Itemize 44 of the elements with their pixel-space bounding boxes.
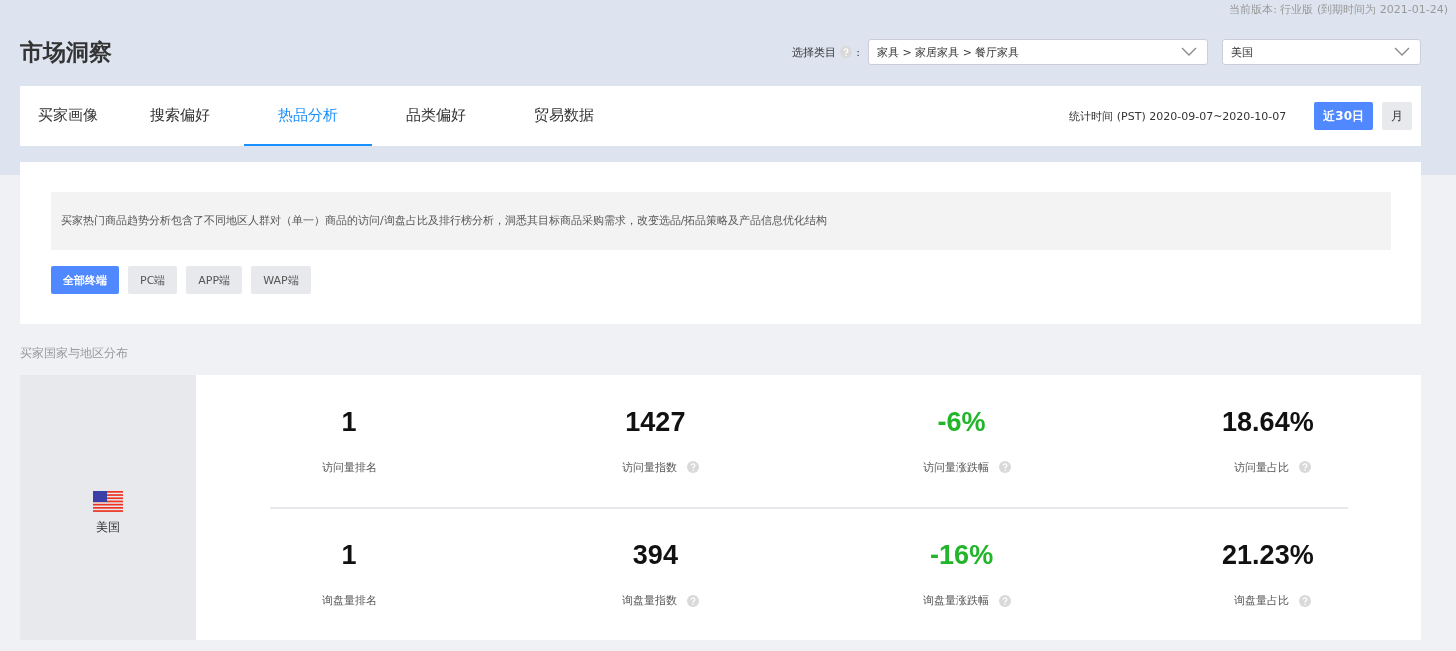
tab[interactable]: 买家画像 xyxy=(20,86,116,146)
help-icon[interactable] xyxy=(998,594,1011,607)
stat-period: 统计时间 (PST) 2020-09-07~2020-10-07 xyxy=(1069,108,1287,124)
metric-label: 询盘量排名 xyxy=(321,593,377,609)
tab[interactable]: 品类偏好 xyxy=(372,86,500,146)
metric-value: 1427 xyxy=(625,406,686,438)
metric-label: 访问量指数 xyxy=(621,459,677,475)
category-dropdown[interactable]: 家具 > 家居家具 > 餐厅家具 xyxy=(868,39,1208,65)
category-label: 选择类目 xyxy=(792,44,837,60)
metric-value: 1 xyxy=(341,540,357,572)
terminal-filter-button[interactable]: WAP端 xyxy=(251,266,311,294)
version-notice: 当前版本: 行业版 (到期时间为 2021-01-24) xyxy=(1228,2,1448,18)
metric-value: -6% xyxy=(937,406,986,438)
metric-label: 访问量涨跌幅 xyxy=(922,459,989,475)
help-icon[interactable] xyxy=(686,461,699,474)
help-icon[interactable] xyxy=(686,594,699,607)
tab[interactable]: 贸易数据 xyxy=(500,86,628,146)
metric-label: 询盘量占比 xyxy=(1234,593,1290,609)
metric-label: 询盘量涨跌幅 xyxy=(922,593,989,609)
region-name: 美国 xyxy=(96,519,120,536)
metric-label: 访问量排名 xyxy=(321,459,377,475)
section-title: 买家国家与地区分布 xyxy=(20,345,129,362)
terminal-filter-button[interactable]: APP端 xyxy=(186,266,243,294)
chevron-down-icon xyxy=(1394,47,1410,57)
metric-value: 1 xyxy=(341,406,357,438)
period-button[interactable]: 月 xyxy=(1382,102,1412,130)
help-icon[interactable] xyxy=(998,461,1011,474)
metric-value: 18.64% xyxy=(1222,406,1314,438)
tab[interactable]: 搜索偏好 xyxy=(116,86,244,146)
description-note: 买家热门商品趋势分析包含了不同地区人群对（单一）商品的访问/询盘占比及排行榜分析，洞悉其目标商品采购需求，改变选品/拓品策略及产品信息优化结构 xyxy=(51,192,1391,250)
page-title: 市场洞察 xyxy=(20,37,112,67)
metric-label: 访问量占比 xyxy=(1234,459,1290,475)
help-icon[interactable] xyxy=(840,46,853,58)
flag-icon xyxy=(93,491,123,513)
help-icon[interactable] xyxy=(1299,461,1312,474)
metric-value: 394 xyxy=(632,540,678,572)
label-colon: : xyxy=(856,45,860,59)
help-icon[interactable] xyxy=(1299,594,1312,607)
country-dropdown[interactable]: 美国 xyxy=(1222,39,1421,65)
metric-value: 21.23% xyxy=(1222,540,1314,572)
metric-label: 询盘量指数 xyxy=(621,593,677,609)
terminal-filter-button[interactable]: PC端 xyxy=(128,266,178,294)
metric-value: -16% xyxy=(930,540,994,572)
chevron-down-icon xyxy=(1181,47,1197,57)
